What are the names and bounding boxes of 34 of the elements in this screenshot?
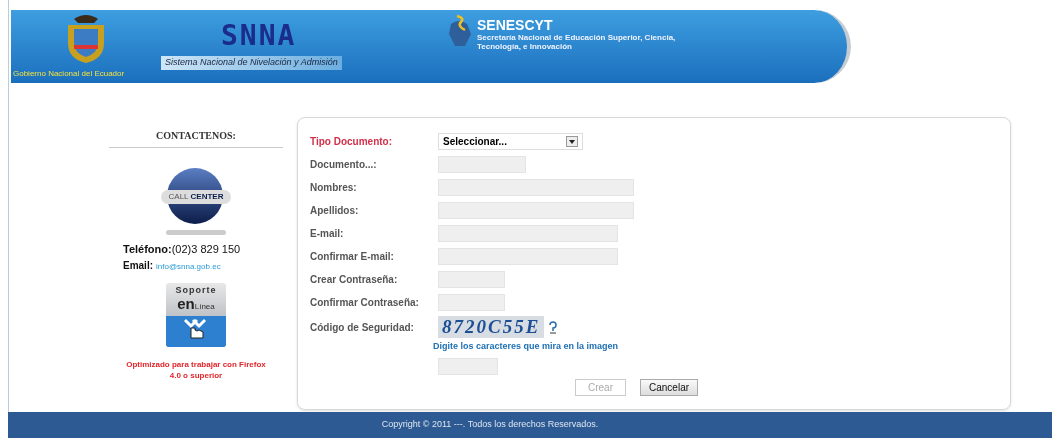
map-logo-icon: [447, 14, 473, 48]
agency-logo: SENESCYT: [477, 18, 554, 32]
email-label: Email:: [123, 258, 153, 273]
online-support-button[interactable]: Soporte enLínea: [166, 282, 226, 347]
input-field[interactable]: [438, 294, 505, 311]
field-label: Tipo Documento:: [310, 135, 394, 149]
captcha-hint: Digite los caracteres que mira en la imagen: [433, 340, 620, 353]
contact-heading: CONTACTENOS:: [109, 117, 283, 148]
captcha-input-field[interactable]: [438, 357, 498, 375]
input-field[interactable]: [438, 179, 634, 196]
field-label: Crear Contraseña:: [310, 273, 399, 287]
phone-text: Teléfono:(02)3 829 150: [123, 242, 241, 257]
field-label: Apellidos:: [310, 204, 360, 218]
field-label: Código de Seguridad:: [310, 320, 415, 335]
form-button[interactable]: Cancelar: [640, 378, 699, 396]
government-label: Gobierno Nacional del Ecuador: [12, 68, 125, 80]
field-label: Confirmar E-mail:: [310, 250, 395, 264]
field-label: Documento...:: [310, 158, 378, 172]
input-field[interactable]: [438, 225, 618, 242]
field-label: Confirmar Contraseña:: [310, 296, 420, 310]
site-subtitle: Sistema Nacional de Nivelación y Admisión: [161, 56, 342, 70]
input-field[interactable]: [438, 271, 505, 288]
site-logo: SNNA: [221, 22, 297, 50]
copyright-text: Copyright © 2011 ---. Todos los derechos Reservados.: [381, 418, 599, 432]
captcha-image: 8720C55E: [438, 316, 545, 338]
agency-subtitle: Secretaría Nacional de Educación Superior, Ciencia, Tecnología, e Innovación: [477, 33, 677, 51]
input-field[interactable]: [438, 156, 526, 173]
browser-note: Optimizado para trabajar con Firefox 4.0 o superior: [125, 358, 267, 381]
document-type-select[interactable]: Seleccionar...: [438, 133, 583, 150]
input-field[interactable]: [438, 202, 634, 219]
input-field[interactable]: [438, 248, 618, 265]
caret-icon: [566, 136, 578, 147]
field-label: Nombres:: [310, 181, 358, 195]
field-label: E-mail:: [310, 227, 345, 241]
